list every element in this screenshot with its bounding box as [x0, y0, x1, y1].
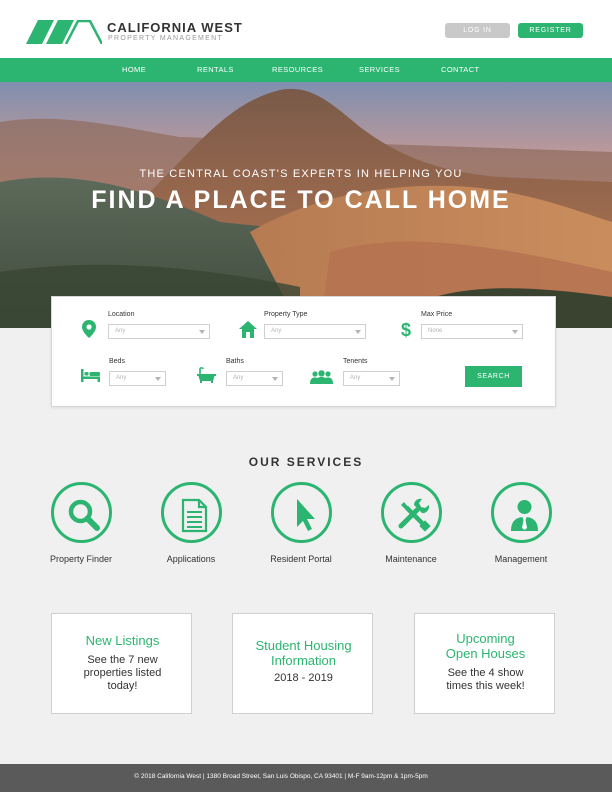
- max-price-value: None: [428, 328, 443, 334]
- brand-tagline: PROPERTY MANAGEMENT: [108, 35, 224, 42]
- card-student-housing[interactable]: Student Housing Information 2018 - 2019: [232, 613, 373, 714]
- location-select[interactable]: Any: [108, 324, 210, 339]
- main-nav: HOME RENTALS RESOURCES SERVICES CONTACT: [0, 58, 612, 82]
- service-icon-circle[interactable]: [161, 482, 222, 543]
- map-pin-icon: [82, 320, 96, 338]
- footer-text: © 2018 California West | 1380 Broad Stre…: [134, 773, 428, 780]
- search-button[interactable]: SEARCH: [465, 366, 522, 387]
- site-footer: © 2018 California West | 1380 Broad Stre…: [0, 764, 612, 792]
- card-title: New Listings: [85, 633, 160, 648]
- card-body-line: today!: [107, 680, 138, 692]
- chevron-down-icon: [155, 377, 161, 381]
- property-type-label: Property Type: [264, 311, 308, 318]
- services-heading: OUR SERVICES: [248, 455, 364, 469]
- nav-contact[interactable]: CONTACT: [441, 65, 480, 74]
- cursor-icon: [297, 499, 315, 531]
- tenents-value: Any: [350, 375, 361, 381]
- nav-resources[interactable]: RESOURCES: [272, 65, 323, 74]
- card-title: Open Houses: [445, 646, 526, 661]
- tenents-select[interactable]: Any: [343, 371, 400, 386]
- brand-name[interactable]: CALIFORNIA WEST: [107, 20, 243, 35]
- card-new-listings[interactable]: New Listings See the 7 new properties li…: [51, 613, 192, 714]
- service-icon-circle[interactable]: [491, 482, 552, 543]
- logo-roof-icon[interactable]: [26, 20, 102, 44]
- dollar-icon: $: [401, 320, 412, 340]
- service-label[interactable]: Management: [466, 554, 576, 564]
- card-body-line: times this week!: [446, 680, 525, 692]
- max-price-label: Max Price: [421, 311, 453, 318]
- card-body-line: See the 7 new: [87, 654, 158, 666]
- card-body-line: See the 4 show: [447, 667, 524, 679]
- document-icon: [181, 498, 208, 533]
- beds-value: Any: [116, 375, 127, 381]
- house-icon: [239, 321, 257, 338]
- hero-banner: THE CENTRAL COAST'S EXPERTS IN HELPING Y…: [0, 82, 612, 328]
- baths-value: Any: [233, 375, 244, 381]
- card-title: Information: [270, 653, 337, 668]
- bed-icon: [81, 369, 100, 382]
- nav-home[interactable]: HOME: [122, 65, 146, 74]
- chevron-down-icon: [272, 377, 278, 381]
- people-icon: [310, 370, 333, 384]
- card-title: Student Housing: [255, 638, 352, 653]
- baths-select[interactable]: Any: [226, 371, 283, 386]
- baths-label: Baths: [226, 358, 244, 365]
- property-type-select[interactable]: Any: [264, 324, 366, 339]
- chevron-down-icon: [199, 330, 205, 334]
- magnifier-icon: [68, 499, 100, 531]
- card-body-line: 2018 - 2019: [274, 672, 333, 684]
- property-search-form: Location Any Property Type Any $ Max Pri…: [51, 296, 556, 407]
- site-header: CALIFORNIA WEST PROPERTY MANAGEMENT LOG …: [0, 0, 612, 58]
- tenents-label: Tenents: [343, 358, 368, 365]
- register-button[interactable]: REGISTER: [518, 23, 583, 38]
- service-label[interactable]: Maintenance: [356, 554, 466, 564]
- nav-services[interactable]: SERVICES: [359, 65, 400, 74]
- hero-kicker: THE CENTRAL COAST'S EXPERTS IN HELPING Y…: [139, 168, 463, 180]
- beds-select[interactable]: Any: [109, 371, 166, 386]
- beds-label: Beds: [109, 358, 125, 365]
- service-label[interactable]: Property Finder: [26, 554, 136, 564]
- service-icon-circle[interactable]: [51, 482, 112, 543]
- card-body-line: properties listed: [83, 667, 162, 679]
- chevron-down-icon: [389, 377, 395, 381]
- bathtub-icon: [197, 367, 216, 383]
- manager-icon: [511, 500, 538, 531]
- tools-icon: [398, 498, 431, 532]
- chevron-down-icon: [512, 330, 518, 334]
- hero-title: FIND A PLACE TO CALL HOME: [91, 186, 511, 214]
- card-title: Upcoming: [456, 631, 515, 646]
- service-label[interactable]: Resident Portal: [246, 554, 356, 564]
- max-price-select[interactable]: None: [421, 324, 523, 339]
- service-icon-circle[interactable]: [381, 482, 442, 543]
- location-label: Location: [108, 311, 135, 318]
- location-value: Any: [115, 328, 126, 334]
- nav-rentals[interactable]: RENTALS: [197, 65, 234, 74]
- card-open-houses[interactable]: Upcoming Open Houses See the 4 show time…: [414, 613, 555, 714]
- service-label[interactable]: Applications: [136, 554, 246, 564]
- chevron-down-icon: [355, 330, 361, 334]
- login-button[interactable]: LOG IN: [445, 23, 510, 38]
- property-type-value: Any: [271, 328, 282, 334]
- service-icon-circle[interactable]: [271, 482, 332, 543]
